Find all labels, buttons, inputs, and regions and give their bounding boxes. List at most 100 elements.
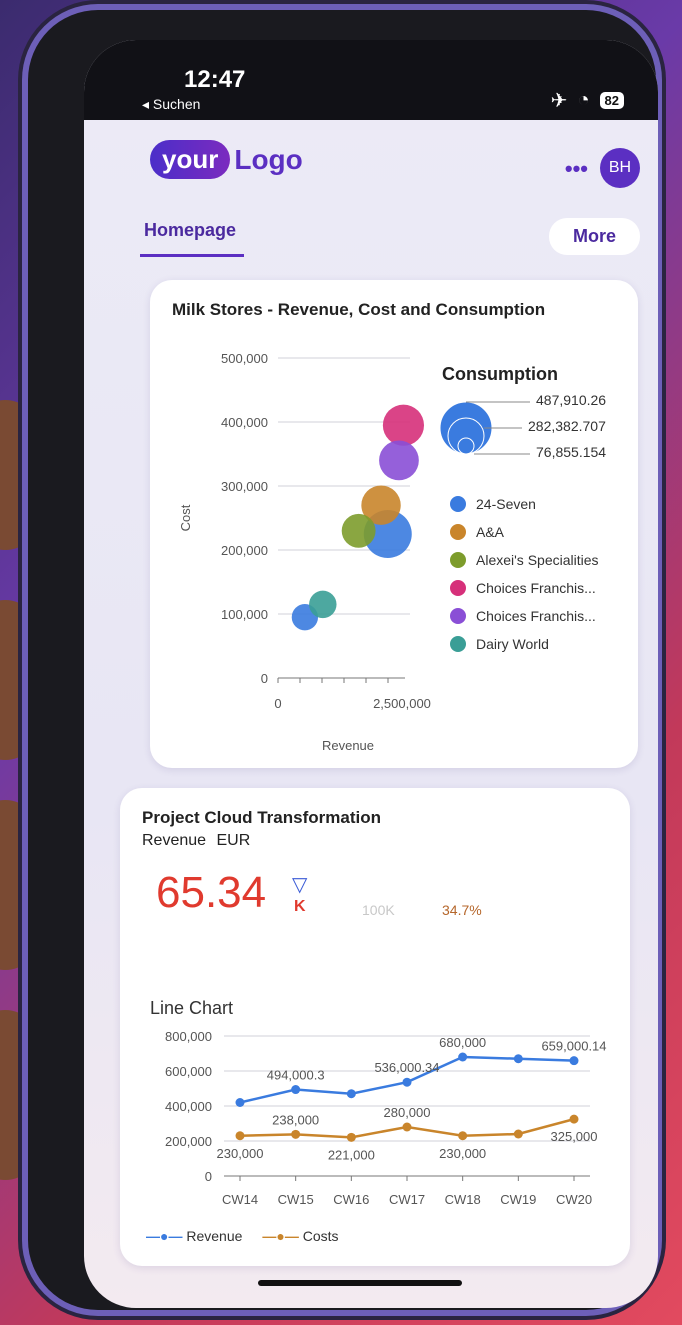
user-avatar[interactable]: BH bbox=[600, 148, 640, 188]
data-label: 680,000 bbox=[439, 1035, 486, 1050]
logo-text: Logo bbox=[234, 143, 303, 175]
x-tick-label: CW15 bbox=[278, 1192, 314, 1207]
legend-label: Dairy World bbox=[476, 636, 549, 652]
legend-item[interactable]: Dairy World bbox=[450, 636, 549, 652]
data-label: 221,000 bbox=[328, 1147, 375, 1162]
y-tick-label: 200,000 bbox=[165, 1134, 212, 1149]
wifi-icon: ◔ bbox=[577, 89, 590, 111]
data-point bbox=[346, 1089, 356, 1099]
bubble-point bbox=[382, 404, 425, 446]
consumption-legend-title: Consumption bbox=[442, 364, 558, 384]
more-button[interactable]: More bbox=[548, 218, 640, 255]
x-tick-label: 2,500,000 bbox=[373, 696, 431, 711]
project-cloud-card[interactable]: Project Cloud Transformation Revenue EUR… bbox=[120, 788, 630, 1266]
data-label: 659,000.14 bbox=[541, 1039, 606, 1054]
legend-item[interactable]: Choices Franchis... bbox=[450, 608, 596, 624]
data-label: 238,000 bbox=[272, 1112, 319, 1127]
data-point bbox=[235, 1131, 245, 1141]
data-point bbox=[291, 1129, 301, 1139]
legend-dot bbox=[450, 552, 466, 568]
milk-stores-card[interactable]: Milk Stores - Revenue, Cost and Consumpt… bbox=[150, 280, 638, 768]
data-label: 325,000 bbox=[551, 1129, 598, 1144]
consumption-value-3: 76,855.154 bbox=[536, 444, 607, 460]
status-time: 12:47 bbox=[184, 66, 246, 93]
revenue-line-icon: —●— bbox=[146, 1228, 183, 1244]
legend-label: Alexei's Specialities bbox=[476, 552, 599, 568]
costs-line-icon: —●— bbox=[262, 1228, 299, 1244]
y-tick-label: 0 bbox=[205, 1169, 212, 1184]
legend-item[interactable]: A&A bbox=[450, 524, 504, 540]
tab-homepage[interactable]: Homepage bbox=[144, 220, 236, 241]
data-label: 230,000 bbox=[439, 1146, 486, 1161]
home-indicator bbox=[258, 1280, 462, 1286]
data-point bbox=[569, 1114, 579, 1124]
legend-revenue-label: Revenue bbox=[186, 1228, 243, 1244]
legend-item[interactable]: Alexei's Specialities bbox=[450, 552, 599, 568]
data-point bbox=[402, 1077, 412, 1087]
status-bar: 12:47 ◂ Suchen ✈ ◔ 82 bbox=[84, 40, 658, 120]
legend-item[interactable]: 24-Seven bbox=[450, 496, 536, 512]
bubble-point bbox=[379, 440, 419, 481]
battery-indicator: 82 bbox=[599, 92, 624, 109]
y-tick-label: 100,000 bbox=[221, 607, 268, 622]
x-tick-label: 0 bbox=[274, 696, 281, 711]
data-point bbox=[235, 1098, 245, 1107]
consumption-value-1: 487,910.26 bbox=[536, 392, 607, 408]
data-point bbox=[402, 1122, 412, 1132]
y-tick-label: 400,000 bbox=[221, 415, 268, 430]
x-tick-label: CW16 bbox=[333, 1192, 369, 1207]
legend-dot bbox=[450, 496, 466, 512]
back-to-search-link[interactable]: ◂ Suchen bbox=[142, 96, 200, 113]
company-logo[interactable]: your Logo bbox=[150, 140, 303, 179]
x-axis-label: Revenue bbox=[322, 738, 374, 753]
consumption-value-2: 282,382.707 bbox=[528, 418, 606, 434]
data-point bbox=[569, 1056, 579, 1066]
phone-screen: 12:47 ◂ Suchen ✈ ◔ 82 your Logo ••• BH H… bbox=[84, 40, 658, 1308]
x-tick-label: CW17 bbox=[389, 1192, 425, 1207]
airplane-mode-icon: ✈ bbox=[550, 90, 568, 112]
legend-label: A&A bbox=[476, 524, 505, 540]
data-label: 280,000 bbox=[384, 1105, 431, 1120]
legend-dot bbox=[450, 636, 466, 652]
line-chart-legend: —●— Revenue —●— Costs bbox=[146, 1228, 339, 1244]
data-label: 536,000.34 bbox=[374, 1060, 439, 1075]
legend-dot bbox=[450, 580, 466, 596]
legend-label: Choices Franchis... bbox=[476, 608, 596, 624]
data-point bbox=[513, 1054, 523, 1064]
tab-active-indicator bbox=[140, 254, 244, 257]
size-legend-small bbox=[457, 437, 475, 455]
phone-frame: 12:47 ◂ Suchen ✈ ◔ 82 your Logo ••• BH H… bbox=[28, 10, 658, 1310]
legend-costs: —●— Costs bbox=[262, 1228, 338, 1244]
status-icons: ✈ ◔ 82 bbox=[551, 88, 624, 113]
legend-dot bbox=[450, 608, 466, 624]
data-point bbox=[291, 1085, 301, 1095]
data-point bbox=[458, 1052, 468, 1062]
y-tick-label: 400,000 bbox=[165, 1099, 212, 1114]
legend-label: 24-Seven bbox=[476, 496, 536, 512]
bubble-chart: 500,000 400,000 300,000 200,000 100,000 00 2,5… bbox=[178, 351, 530, 753]
bubble-point bbox=[309, 590, 337, 619]
y-tick-label: 200,000 bbox=[221, 543, 268, 558]
y-tick-label: 500,000 bbox=[221, 351, 268, 366]
x-tick-label: CW18 bbox=[445, 1192, 481, 1207]
x-tick-label: CW20 bbox=[556, 1192, 592, 1207]
data-point bbox=[458, 1131, 468, 1141]
legend-dot bbox=[450, 524, 466, 540]
legend-costs-label: Costs bbox=[302, 1228, 339, 1244]
app-header: your Logo ••• BH Homepage More bbox=[84, 120, 658, 260]
line-chart: 800,000 600,000 400,000 200,000 0 CW14 CW15 CW1… bbox=[165, 1029, 607, 1207]
legend-item[interactable]: Choices Franchis... bbox=[450, 580, 596, 596]
y-tick-label: 600,000 bbox=[165, 1064, 212, 1079]
bubble-point bbox=[341, 513, 376, 548]
x-tick-label: CW19 bbox=[500, 1192, 536, 1207]
y-tick-label: 300,000 bbox=[221, 479, 268, 494]
data-label: 230,000 bbox=[217, 1146, 264, 1161]
logo-pill: your bbox=[150, 140, 231, 179]
data-point bbox=[513, 1129, 523, 1139]
data-point bbox=[346, 1132, 356, 1142]
y-tick-label: 800,000 bbox=[165, 1029, 212, 1044]
legend-revenue: —●— Revenue bbox=[146, 1228, 242, 1244]
y-axis-label: Cost bbox=[178, 504, 193, 531]
y-tick-label: 0 bbox=[261, 671, 268, 686]
overflow-menu-icon[interactable]: ••• bbox=[565, 156, 588, 182]
